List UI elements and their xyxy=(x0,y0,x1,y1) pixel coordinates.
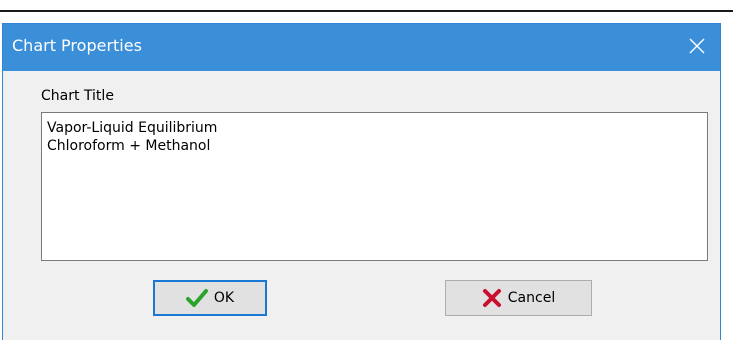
window-title: Chart Properties xyxy=(12,36,142,55)
top-divider-line xyxy=(0,10,733,12)
ok-button-label: OK xyxy=(213,290,235,306)
chart-title-textarea[interactable]: Vapor-Liquid Equilibrium Chloroform + Me… xyxy=(41,112,708,261)
chart-properties-dialog: Chart Properties Chart Title Vapor-Liqui… xyxy=(2,23,721,340)
close-button[interactable] xyxy=(674,24,720,71)
title-bar[interactable]: Chart Properties xyxy=(3,24,720,71)
cancel-button-label: Cancel xyxy=(507,290,556,306)
cancel-button[interactable]: Cancel xyxy=(445,280,592,316)
close-icon xyxy=(689,38,705,58)
checkmark-icon xyxy=(185,288,208,308)
ok-button[interactable]: OK xyxy=(153,280,267,316)
chart-title-label: Chart Title xyxy=(41,88,114,104)
x-mark-icon xyxy=(482,288,502,308)
